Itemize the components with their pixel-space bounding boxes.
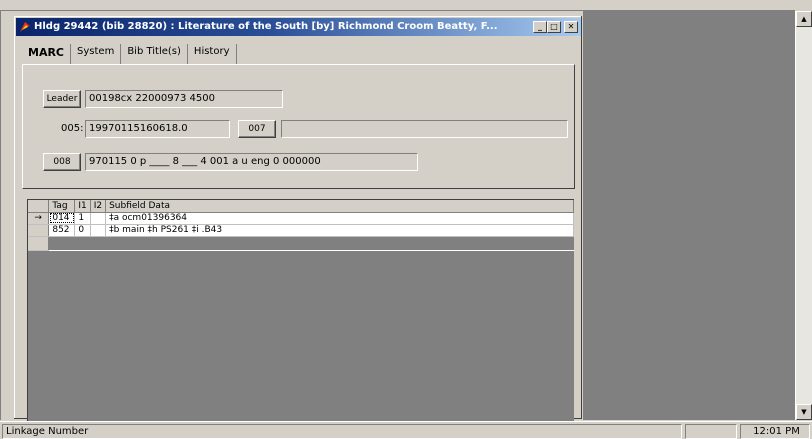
marc-tab-panel: Leader 00198cx 22000973 4500 005: 199701… bbox=[22, 64, 575, 189]
scroll-down-button[interactable]: ▼ bbox=[796, 404, 812, 420]
tab-marc[interactable]: MARC bbox=[22, 44, 72, 64]
cell-i2[interactable] bbox=[90, 236, 106, 250]
cell-tag[interactable] bbox=[48, 236, 75, 250]
cell-subfield-data[interactable]: ‡a ocm01396364 bbox=[105, 212, 574, 225]
vertical-scrollbar[interactable]: ▲ ▼ bbox=[795, 11, 812, 420]
record-tabs: MARC System Bib Title(s) History bbox=[22, 44, 237, 64]
marc-field-table: Tag I1 I2 Subfield Data → 014 1 ‡a ocm01… bbox=[28, 200, 574, 251]
status-pane-empty bbox=[685, 424, 737, 439]
current-row-arrow-icon: → bbox=[28, 212, 50, 225]
cell-tag[interactable]: 852 bbox=[48, 224, 76, 237]
f007-button[interactable]: 007 bbox=[238, 120, 276, 138]
grid-header-row: Tag I1 I2 Subfield Data bbox=[28, 200, 574, 213]
table-row[interactable]: → 014 1 ‡a ocm01396364 bbox=[28, 212, 574, 225]
scroll-up-button[interactable]: ▲ bbox=[796, 11, 812, 27]
col-header-subfield-data[interactable]: Subfield Data bbox=[105, 200, 574, 213]
cell-i2[interactable] bbox=[90, 224, 107, 237]
holdings-record-window: Hldg 29442 (bib 28820) : Literature of t… bbox=[13, 15, 583, 426]
cell-i2[interactable] bbox=[90, 212, 107, 225]
cell-i1[interactable]: 1 bbox=[74, 212, 91, 225]
col-header-tag[interactable]: Tag bbox=[48, 200, 76, 213]
tab-system[interactable]: System bbox=[71, 44, 122, 64]
row-header-corner bbox=[28, 200, 50, 213]
table-row[interactable] bbox=[28, 236, 574, 251]
table-row[interactable]: 852 0 ‡b main ‡h PS261 ‡i .B43 bbox=[28, 224, 574, 237]
cell-subfield-data[interactable] bbox=[105, 236, 574, 250]
status-message: Linkage Number bbox=[2, 424, 682, 439]
close-button[interactable]: ✕ bbox=[564, 21, 578, 33]
col-header-i1[interactable]: I1 bbox=[74, 200, 91, 213]
status-clock: 12:01 PM bbox=[740, 424, 810, 439]
leader-button[interactable]: Leader bbox=[43, 90, 81, 108]
window-title: Hldg 29442 (bib 28820) : Literature of t… bbox=[34, 21, 498, 32]
marc-field-grid[interactable]: Tag I1 I2 Subfield Data → 014 1 ‡a ocm01… bbox=[27, 199, 574, 426]
window-titlebar[interactable]: Hldg 29442 (bib 28820) : Literature of t… bbox=[16, 18, 581, 36]
maximize-button[interactable]: □ bbox=[547, 21, 561, 33]
f008-button[interactable]: 008 bbox=[43, 153, 81, 171]
f005-field[interactable]: 19970115160618.0 bbox=[85, 120, 230, 138]
leader-field[interactable]: 00198cx 22000973 4500 bbox=[85, 90, 283, 108]
cell-tag[interactable]: 014 bbox=[48, 212, 76, 225]
mdi-background bbox=[583, 11, 795, 420]
col-header-i2[interactable]: I2 bbox=[90, 200, 107, 213]
tab-bib-titles[interactable]: Bib Title(s) bbox=[121, 44, 188, 64]
minimize-button[interactable]: _ bbox=[533, 21, 547, 33]
app-icon bbox=[20, 22, 30, 32]
tab-history[interactable]: History bbox=[188, 44, 237, 64]
status-bar: Linkage Number 12:01 PM bbox=[0, 421, 812, 439]
cell-subfield-data[interactable]: ‡b main ‡h PS261 ‡i .B43 bbox=[105, 224, 574, 237]
cell-i1[interactable]: 0 bbox=[74, 224, 91, 237]
f008-field[interactable]: 970115 0 p ____ 8 ___ 4 001 a u eng 0 00… bbox=[85, 153, 418, 171]
row-marker bbox=[28, 224, 50, 237]
f007-field[interactable] bbox=[281, 120, 568, 138]
f005-label: 005: bbox=[61, 123, 84, 134]
row-marker bbox=[28, 236, 50, 251]
cell-i1[interactable] bbox=[74, 236, 91, 250]
